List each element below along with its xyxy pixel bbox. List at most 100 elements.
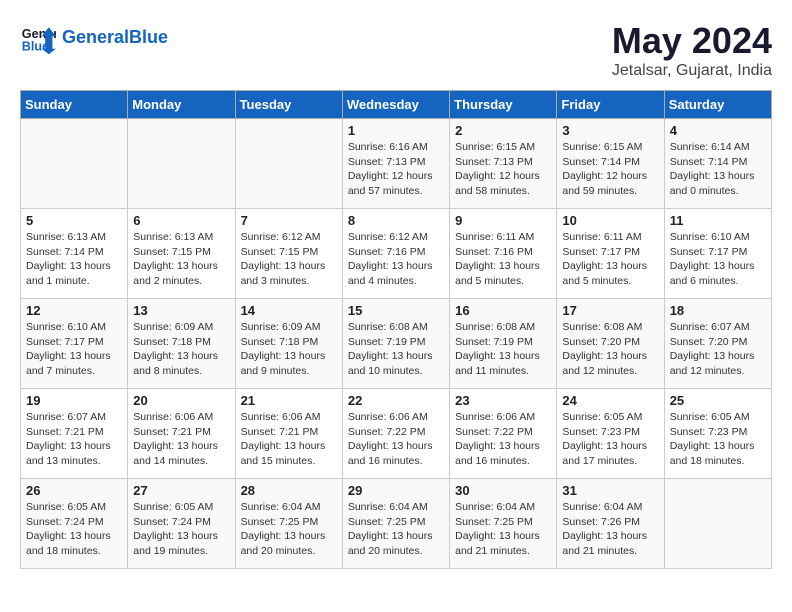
day-info: Sunrise: 6:08 AM Sunset: 7:19 PM Dayligh…: [348, 320, 444, 379]
day-info: Sunrise: 6:14 AM Sunset: 7:14 PM Dayligh…: [670, 140, 766, 199]
calendar-week-3: 12 Sunrise: 6:10 AM Sunset: 7:17 PM Dayli…: [21, 299, 772, 389]
day-info: Sunrise: 6:09 AM Sunset: 7:18 PM Dayligh…: [241, 320, 337, 379]
calendar-week-2: 5Sunrise: 6:13 AM Sunset: 7:14 PM Daylig…: [21, 209, 772, 299]
day-number: 11: [670, 213, 766, 228]
day-number: 30: [455, 483, 551, 498]
day-number: 7: [241, 213, 337, 228]
calendar-cell: 5Sunrise: 6:13 AM Sunset: 7:14 PM Daylig…: [21, 209, 128, 299]
calendar-cell: 7 Sunrise: 6:12 AM Sunset: 7:15 PM Daylig…: [235, 209, 342, 299]
day-info: Sunrise: 6:05 AM Sunset: 7:24 PM Dayligh…: [133, 500, 229, 559]
calendar-week-5: 26 Sunrise: 6:05 AM Sunset: 7:24 PM Dayli…: [21, 479, 772, 569]
calendar-cell: 28 Sunrise: 6:04 AM Sunset: 7:25 PM Dayli…: [235, 479, 342, 569]
day-info: Sunrise: 6:12 AM Sunset: 7:15 PM Dayligh…: [241, 230, 337, 289]
calendar-cell: 10 Sunrise: 6:11 AM Sunset: 7:17 PM Dayli…: [557, 209, 664, 299]
day-info: Sunrise: 6:07 AM Sunset: 7:20 PM Dayligh…: [670, 320, 766, 379]
day-number: 24: [562, 393, 658, 408]
day-info: Sunrise: 6:15 AM Sunset: 7:14 PM Dayligh…: [562, 140, 658, 199]
day-number: 4: [670, 123, 766, 138]
calendar-cell: 25Sunrise: 6:05 AM Sunset: 7:23 PM Dayli…: [664, 389, 771, 479]
day-info: Sunrise: 6:04 AM Sunset: 7:25 PM Dayligh…: [241, 500, 337, 559]
page-header: General Blue GeneralBlue May 2024 Jetals…: [20, 20, 772, 80]
day-info: Sunrise: 6:15 AM Sunset: 7:13 PM Dayligh…: [455, 140, 551, 199]
day-number: 18: [670, 303, 766, 318]
day-number: 26: [26, 483, 122, 498]
calendar-cell: 29 Sunrise: 6:04 AM Sunset: 7:25 PM Dayli…: [342, 479, 449, 569]
calendar-cell: 23Sunrise: 6:06 AM Sunset: 7:22 PM Dayli…: [450, 389, 557, 479]
calendar-cell: [664, 479, 771, 569]
day-info: Sunrise: 6:13 AM Sunset: 7:15 PM Dayligh…: [133, 230, 229, 289]
day-info: Sunrise: 6:04 AM Sunset: 7:25 PM Dayligh…: [348, 500, 444, 559]
day-number: 20: [133, 393, 229, 408]
calendar-cell: [128, 119, 235, 209]
day-number: 12: [26, 303, 122, 318]
calendar-cell: 31Sunrise: 6:04 AM Sunset: 7:26 PM Dayli…: [557, 479, 664, 569]
calendar-cell: [235, 119, 342, 209]
day-number: 8: [348, 213, 444, 228]
calendar-table: Sunday Monday Tuesday Wednesday Thursday…: [20, 90, 772, 569]
calendar-cell: 19Sunrise: 6:07 AM Sunset: 7:21 PM Dayli…: [21, 389, 128, 479]
calendar-cell: 1 Sunrise: 6:16 AM Sunset: 7:13 PM Daylig…: [342, 119, 449, 209]
day-number: 3: [562, 123, 658, 138]
day-info: Sunrise: 6:08 AM Sunset: 7:20 PM Dayligh…: [562, 320, 658, 379]
calendar-cell: [21, 119, 128, 209]
day-info: Sunrise: 6:11 AM Sunset: 7:17 PM Dayligh…: [562, 230, 658, 289]
calendar-cell: 27 Sunrise: 6:05 AM Sunset: 7:24 PM Dayli…: [128, 479, 235, 569]
calendar-cell: 18 Sunrise: 6:07 AM Sunset: 7:20 PM Dayli…: [664, 299, 771, 389]
calendar-subtitle: Jetalsar, Gujarat, India: [612, 62, 772, 80]
day-info: Sunrise: 6:06 AM Sunset: 7:21 PM Dayligh…: [133, 410, 229, 469]
header-saturday: Saturday: [664, 91, 771, 119]
day-number: 1: [348, 123, 444, 138]
day-info: Sunrise: 6:04 AM Sunset: 7:25 PM Dayligh…: [455, 500, 551, 559]
logo: General Blue GeneralBlue: [20, 20, 168, 56]
day-number: 2: [455, 123, 551, 138]
calendar-cell: 11 Sunrise: 6:10 AM Sunset: 7:17 PM Dayli…: [664, 209, 771, 299]
header-tuesday: Tuesday: [235, 91, 342, 119]
logo-icon: General Blue: [20, 20, 56, 56]
calendar-cell: 14 Sunrise: 6:09 AM Sunset: 7:18 PM Dayli…: [235, 299, 342, 389]
title-area: May 2024 Jetalsar, Gujarat, India: [612, 20, 772, 80]
day-number: 31: [562, 483, 658, 498]
calendar-cell: 20 Sunrise: 6:06 AM Sunset: 7:21 PM Dayli…: [128, 389, 235, 479]
calendar-cell: 30 Sunrise: 6:04 AM Sunset: 7:25 PM Dayli…: [450, 479, 557, 569]
calendar-cell: 9Sunrise: 6:11 AM Sunset: 7:16 PM Daylig…: [450, 209, 557, 299]
day-info: Sunrise: 6:10 AM Sunset: 7:17 PM Dayligh…: [670, 230, 766, 289]
calendar-cell: 21Sunrise: 6:06 AM Sunset: 7:21 PM Dayli…: [235, 389, 342, 479]
day-number: 6: [133, 213, 229, 228]
header-friday: Friday: [557, 91, 664, 119]
day-info: Sunrise: 6:08 AM Sunset: 7:19 PM Dayligh…: [455, 320, 551, 379]
calendar-cell: 2 Sunrise: 6:15 AM Sunset: 7:13 PM Daylig…: [450, 119, 557, 209]
calendar-cell: 24 Sunrise: 6:05 AM Sunset: 7:23 PM Dayli…: [557, 389, 664, 479]
day-number: 15: [348, 303, 444, 318]
day-info: Sunrise: 6:07 AM Sunset: 7:21 PM Dayligh…: [26, 410, 122, 469]
day-number: 28: [241, 483, 337, 498]
svg-text:Blue: Blue: [22, 40, 49, 54]
day-number: 10: [562, 213, 658, 228]
day-number: 27: [133, 483, 229, 498]
calendar-cell: 22Sunrise: 6:06 AM Sunset: 7:22 PM Dayli…: [342, 389, 449, 479]
day-number: 21: [241, 393, 337, 408]
calendar-cell: 15 Sunrise: 6:08 AM Sunset: 7:19 PM Dayli…: [342, 299, 449, 389]
calendar-cell: 16 Sunrise: 6:08 AM Sunset: 7:19 PM Dayli…: [450, 299, 557, 389]
day-number: 16: [455, 303, 551, 318]
day-info: Sunrise: 6:09 AM Sunset: 7:18 PM Dayligh…: [133, 320, 229, 379]
day-info: Sunrise: 6:10 AM Sunset: 7:17 PM Dayligh…: [26, 320, 122, 379]
header-row: Sunday Monday Tuesday Wednesday Thursday…: [21, 91, 772, 119]
calendar-cell: 12 Sunrise: 6:10 AM Sunset: 7:17 PM Dayli…: [21, 299, 128, 389]
logo-blue: Blue: [129, 27, 168, 47]
calendar-week-4: 19Sunrise: 6:07 AM Sunset: 7:21 PM Dayli…: [21, 389, 772, 479]
day-number: 17: [562, 303, 658, 318]
calendar-cell: 17 Sunrise: 6:08 AM Sunset: 7:20 PM Dayli…: [557, 299, 664, 389]
day-number: 14: [241, 303, 337, 318]
calendar-cell: 13Sunrise: 6:09 AM Sunset: 7:18 PM Dayli…: [128, 299, 235, 389]
day-number: 22: [348, 393, 444, 408]
day-info: Sunrise: 6:13 AM Sunset: 7:14 PM Dayligh…: [26, 230, 122, 289]
header-wednesday: Wednesday: [342, 91, 449, 119]
day-number: 29: [348, 483, 444, 498]
day-info: Sunrise: 6:06 AM Sunset: 7:22 PM Dayligh…: [455, 410, 551, 469]
day-info: Sunrise: 6:05 AM Sunset: 7:23 PM Dayligh…: [562, 410, 658, 469]
day-info: Sunrise: 6:16 AM Sunset: 7:13 PM Dayligh…: [348, 140, 444, 199]
calendar-cell: 6 Sunrise: 6:13 AM Sunset: 7:15 PM Daylig…: [128, 209, 235, 299]
day-info: Sunrise: 6:05 AM Sunset: 7:23 PM Dayligh…: [670, 410, 766, 469]
calendar-cell: 26Sunrise: 6:05 AM Sunset: 7:24 PM Dayli…: [21, 479, 128, 569]
header-thursday: Thursday: [450, 91, 557, 119]
